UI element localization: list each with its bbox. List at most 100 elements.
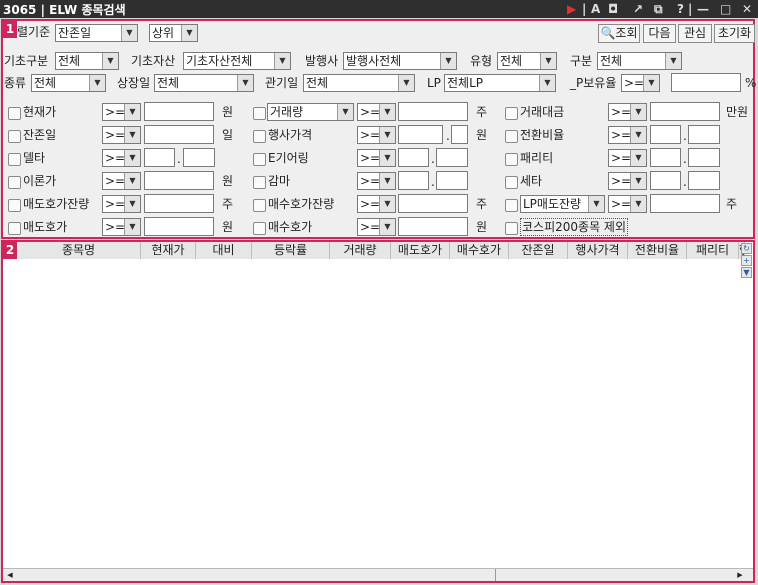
- font-icon[interactable]: A: [591, 1, 600, 17]
- link-icon[interactable]: ↗: [633, 1, 643, 17]
- filter-decimal-input[interactable]: [688, 148, 720, 167]
- operator-select[interactable]: >= ▼: [357, 103, 396, 121]
- filter-checkbox[interactable]: [505, 130, 518, 143]
- expand-icon[interactable]: +: [741, 255, 752, 266]
- filter-field-select[interactable]: 거래량 ▼: [267, 103, 354, 121]
- exclude-kospi200-checkbox[interactable]: [505, 222, 518, 235]
- order-select[interactable]: 상위 ▼: [149, 24, 198, 42]
- kind-select[interactable]: 전체 ▼: [31, 74, 106, 92]
- type-select[interactable]: 전체 ▼: [497, 52, 557, 70]
- operator-select[interactable]: >= ▼: [608, 172, 647, 190]
- filter-checkbox[interactable]: [253, 107, 266, 120]
- scrollbar-thumb-edge[interactable]: [495, 569, 496, 581]
- operator-select[interactable]: >= ▼: [608, 126, 647, 144]
- filter-checkbox[interactable]: [253, 176, 266, 189]
- filter-checkbox[interactable]: [253, 153, 266, 166]
- filter-value-input[interactable]: [144, 217, 214, 236]
- filter-checkbox[interactable]: [253, 199, 266, 212]
- operator-select[interactable]: >= ▼: [102, 103, 141, 121]
- filter-value-input[interactable]: [398, 102, 468, 121]
- search-button[interactable]: 🔍조회: [598, 24, 640, 43]
- column-header-bid[interactable]: 매수호가: [450, 242, 509, 259]
- scroll-right-icon[interactable]: ▶: [735, 570, 745, 580]
- maximize-icon[interactable]: □: [720, 1, 731, 17]
- filter-value-input[interactable]: [144, 171, 214, 190]
- operator-select[interactable]: >= ▼: [357, 218, 396, 236]
- refresh-icon[interactable]: ↻: [741, 243, 752, 254]
- column-header-change-rate[interactable]: 등락률: [252, 242, 330, 259]
- filter-decimal-input[interactable]: [688, 125, 720, 144]
- column-header-strike[interactable]: 행사가격: [568, 242, 628, 259]
- listing-select[interactable]: 전체 ▼: [154, 74, 254, 92]
- close-icon[interactable]: ✕: [742, 1, 752, 17]
- sort-select[interactable]: 잔존일 ▼: [55, 24, 138, 42]
- filter-value-input[interactable]: [398, 217, 468, 236]
- column-header-change[interactable]: 대비: [196, 242, 252, 259]
- filter-value-input[interactable]: [398, 194, 468, 213]
- filter-checkbox[interactable]: [8, 107, 21, 120]
- base-type-select[interactable]: 전체 ▼: [55, 52, 119, 70]
- operator-select[interactable]: >= ▼: [357, 172, 396, 190]
- play-icon[interactable]: ▶: [567, 1, 576, 17]
- filter-value-input[interactable]: [144, 125, 214, 144]
- filter-integer-input[interactable]: [398, 171, 429, 190]
- operator-select[interactable]: >= ▼: [102, 195, 141, 213]
- lp-hold-input[interactable]: [671, 73, 741, 92]
- operator-select[interactable]: >= ▼: [608, 149, 647, 167]
- column-header-conversion[interactable]: 전환비율: [628, 242, 687, 259]
- interest-button[interactable]: 관심: [678, 24, 712, 43]
- filter-checkbox[interactable]: [8, 176, 21, 189]
- filter-decimal-input[interactable]: [183, 148, 215, 167]
- column-header-name[interactable]: 종목명: [17, 242, 141, 259]
- operator-select[interactable]: >= ▼: [102, 126, 141, 144]
- filter-integer-input[interactable]: [398, 148, 429, 167]
- filter-checkbox[interactable]: [253, 222, 266, 235]
- filter-decimal-input[interactable]: [451, 125, 468, 144]
- filter-checkbox[interactable]: [505, 176, 518, 189]
- filter-field-select[interactable]: LP매도잔량 ▼: [520, 195, 605, 213]
- filter-value-input[interactable]: [144, 102, 214, 121]
- column-header-price[interactable]: 현재가: [141, 242, 196, 259]
- column-header-ask[interactable]: 매도호가: [391, 242, 450, 259]
- maturity-select[interactable]: 전체 ▼: [303, 74, 415, 92]
- filter-integer-input[interactable]: [650, 125, 681, 144]
- filter-checkbox[interactable]: [505, 199, 518, 212]
- operator-select[interactable]: >= ▼: [357, 195, 396, 213]
- filter-checkbox[interactable]: [8, 199, 21, 212]
- filter-value-input[interactable]: [144, 194, 214, 213]
- filter-decimal-input[interactable]: [436, 148, 468, 167]
- column-header-volume[interactable]: 거래량: [330, 242, 391, 259]
- operator-select[interactable]: >= ▼: [357, 126, 396, 144]
- filter-decimal-input[interactable]: [688, 171, 720, 190]
- filter-integer-input[interactable]: [650, 171, 681, 190]
- filter-value-input[interactable]: [650, 194, 720, 213]
- horizontal-scrollbar[interactable]: ◀ ▶: [3, 568, 753, 581]
- filter-integer-input[interactable]: [398, 125, 443, 144]
- filter-checkbox[interactable]: [505, 153, 518, 166]
- help-icon[interactable]: ?: [677, 1, 684, 17]
- reset-button[interactable]: 초기화: [714, 24, 755, 43]
- filter-checkbox[interactable]: [8, 153, 21, 166]
- scroll-down-icon[interactable]: ▼: [741, 267, 752, 278]
- filter-checkbox[interactable]: [8, 130, 21, 143]
- base-asset-select[interactable]: 기초자산전체 ▼: [183, 52, 291, 70]
- filter-integer-input[interactable]: [650, 148, 681, 167]
- filter-integer-input[interactable]: [144, 148, 175, 167]
- issuer-select[interactable]: 발행사전체 ▼: [343, 52, 457, 70]
- scroll-left-icon[interactable]: ◀: [5, 570, 15, 580]
- operator-select[interactable]: >= ▼: [102, 172, 141, 190]
- division-select[interactable]: 전체 ▼: [597, 52, 682, 70]
- filter-value-input[interactable]: [650, 102, 720, 121]
- operator-select[interactable]: >= ▼: [608, 103, 647, 121]
- column-header-days-left[interactable]: 잔존일: [509, 242, 568, 259]
- operator-select[interactable]: >= ▼: [357, 149, 396, 167]
- lp-hold-operator-select[interactable]: >= ▼: [621, 74, 660, 92]
- copy-icon[interactable]: ⧉: [654, 1, 663, 17]
- filter-checkbox[interactable]: [8, 222, 21, 235]
- column-header-parity[interactable]: 패리티: [687, 242, 739, 259]
- operator-select[interactable]: >= ▼: [102, 218, 141, 236]
- lp-select[interactable]: 전체LP ▼: [444, 74, 556, 92]
- bookmark-icon[interactable]: ◘: [608, 1, 618, 17]
- filter-decimal-input[interactable]: [436, 171, 468, 190]
- minimize-icon[interactable]: —: [697, 1, 709, 17]
